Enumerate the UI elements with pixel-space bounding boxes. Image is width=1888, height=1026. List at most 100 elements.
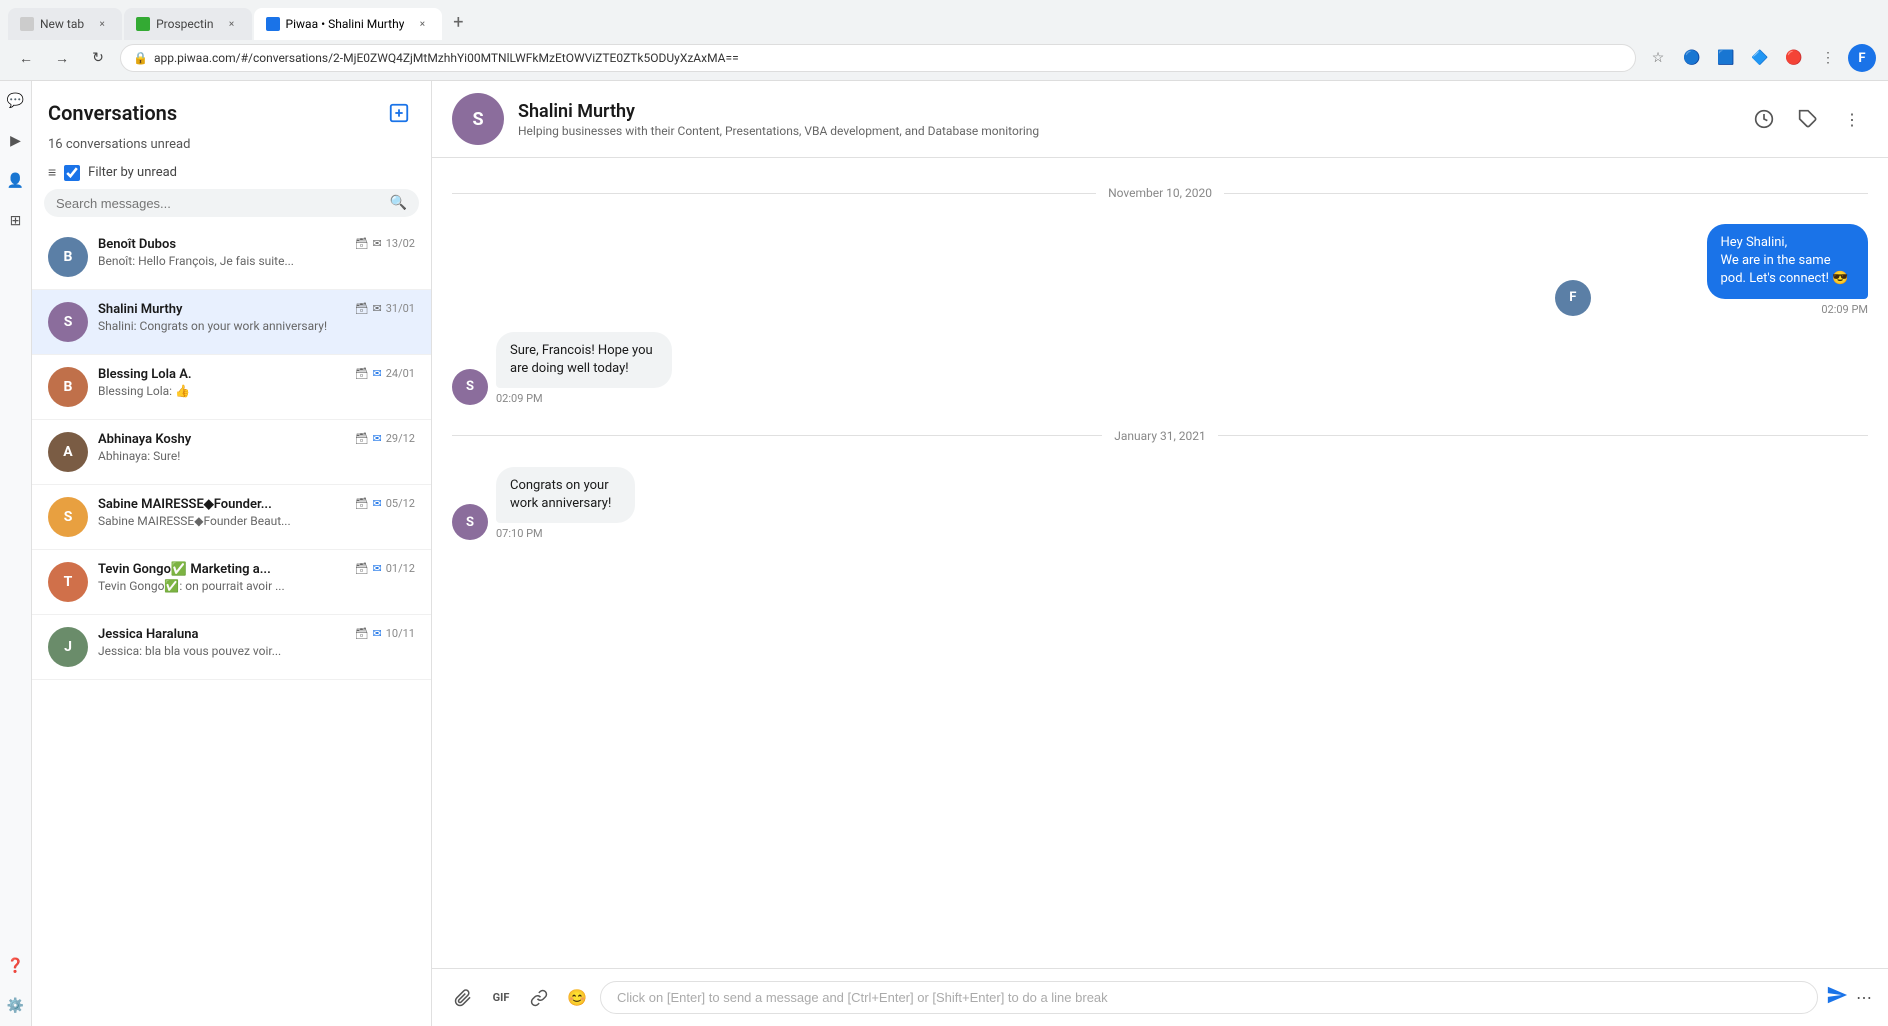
conv-preview-2: Blessing Lola: 👍 xyxy=(98,384,415,398)
conv-content-6: Jessica Haraluna 🗃 ✉ 10/11 Jessica: bla … xyxy=(98,627,415,658)
snooze-icon-1: 🗃 xyxy=(355,302,369,315)
mail-icon-5: ✉ xyxy=(373,562,382,575)
mail-icon-3: ✉ xyxy=(373,432,382,445)
conv-content-1: Shalini Murthy 🗃 ✉ 31/01 Shalini: Congra… xyxy=(98,302,415,333)
conv-preview-6: Jessica: bla bla vous pouvez voir... xyxy=(98,644,415,658)
conversation-item-2[interactable]: B Blessing Lola A. 🗃 ✉ 24/01 Blessing Lo… xyxy=(32,355,431,420)
mail-icon-6: ✉ xyxy=(373,627,382,640)
gif-button[interactable]: GIF xyxy=(486,983,516,1013)
message-col-in-1: Congrats on your work anniversary! 07:10… xyxy=(496,467,727,540)
sidebar-icon-grid[interactable]: ⊞ xyxy=(4,209,28,233)
search-icon: 🔍 xyxy=(390,195,407,211)
avatar-1: S xyxy=(48,302,88,342)
mail-icon-0: ✉ xyxy=(373,237,382,250)
sidebar-icon-play[interactable]: ▶ xyxy=(4,129,28,153)
search-bar: 🔍 xyxy=(44,189,419,217)
conv-preview-4: Sabine MAIRESSE◆Founder Beaut... xyxy=(98,514,415,528)
date-label-0: November 10, 2020 xyxy=(1108,186,1212,200)
avatar-4: S xyxy=(48,497,88,537)
tab-prospectin[interactable]: Prospectin × xyxy=(124,8,251,40)
link-button[interactable] xyxy=(524,983,554,1013)
conv-actions-1: 🗃 ✉ 31/01 xyxy=(355,302,415,315)
date-divider-0: November 10, 2020 xyxy=(452,186,1868,200)
tag-button[interactable] xyxy=(1792,103,1824,135)
ext-btn-4[interactable]: 🔴 xyxy=(1780,44,1808,72)
conv-actions-3: 🗃 ✉ 29/12 xyxy=(355,432,415,445)
tab-close-3[interactable]: × xyxy=(414,16,430,32)
tab-new-tab[interactable]: New tab × xyxy=(8,8,122,40)
conversation-item-3[interactable]: A Abhinaya Koshy 🗃 ✉ 29/12 Abhinaya: Sur… xyxy=(32,420,431,485)
address-bar[interactable]: 🔒 app.piwaa.com/#/conversations/2-MjE0ZW… xyxy=(120,44,1636,72)
reload-button[interactable]: ↻ xyxy=(84,44,112,72)
app-container: 💬 ▶ 👤 ⊞ ❓ ⚙️ Conversations 16 conversati… xyxy=(0,81,1888,1026)
chat-messages: November 10, 2020 Hey Shalini,We are in … xyxy=(432,158,1888,968)
more-options-button[interactable]: ⋮ xyxy=(1836,103,1868,135)
tab-favicon-3 xyxy=(266,17,280,31)
emoji-button[interactable]: 😊 xyxy=(562,983,592,1013)
history-button[interactable] xyxy=(1748,103,1780,135)
attach-file-button[interactable] xyxy=(448,983,478,1013)
snooze-icon-3: 🗃 xyxy=(355,432,369,445)
ext-btn-3[interactable]: 🔷 xyxy=(1746,44,1774,72)
filter-icon: ≡ xyxy=(48,164,56,181)
conv-date-4: 05/12 xyxy=(386,497,415,510)
more-btn[interactable]: ⋮ xyxy=(1814,44,1842,72)
ext-btn-2[interactable]: 🟦 xyxy=(1712,44,1740,72)
bookmark-btn[interactable]: ☆ xyxy=(1644,44,1672,72)
message-bubble-out-0: Hey Shalini,We are in the same pod. Let'… xyxy=(1707,224,1869,299)
ext-btn-1[interactable]: 🔵 xyxy=(1678,44,1706,72)
conv-name-2: Blessing Lola A. xyxy=(98,367,192,382)
profile-button[interactable]: F xyxy=(1848,44,1876,72)
tab-label-2: Prospectin xyxy=(156,17,213,31)
conv-date-3: 29/12 xyxy=(386,432,415,445)
conversation-item-5[interactable]: T Tevin Gongo✅ Marketing a... 🗃 ✉ 01/12 … xyxy=(32,550,431,615)
conv-preview-5: Tevin Gongo✅: on pourrait avoir ... xyxy=(98,579,415,593)
conv-actions-5: 🗃 ✉ 01/12 xyxy=(355,562,415,575)
message-time-in-0: 02:09 PM xyxy=(496,392,789,405)
conversation-item-1[interactable]: S Shalini Murthy 🗃 ✉ 31/01 Shalini: Cong… xyxy=(32,290,431,355)
conv-date-5: 01/12 xyxy=(386,562,415,575)
conversation-item-0[interactable]: B Benoît Dubos 🗃 ✉ 13/02 Benoît: Hello F… xyxy=(32,225,431,290)
conv-actions-2: 🗃 ✉ 24/01 xyxy=(355,367,415,380)
chat-contact-avatar: S xyxy=(452,93,504,145)
mail-icon-2: ✉ xyxy=(373,367,382,380)
tab-piwaa[interactable]: Piwaa • Shalini Murthy × xyxy=(254,8,443,40)
forward-button[interactable]: → xyxy=(48,44,76,72)
sidebar-icon-help[interactable]: ❓ xyxy=(4,954,28,978)
address-text: app.piwaa.com/#/conversations/2-MjE0ZWQ4… xyxy=(154,51,739,65)
chat-contact: S Shalini Murthy Helping businesses with… xyxy=(452,93,1039,145)
sidebar-icon-users[interactable]: 👤 xyxy=(4,169,28,193)
conversation-item-6[interactable]: J Jessica Haraluna 🗃 ✉ 10/11 Jessica: bl… xyxy=(32,615,431,680)
new-conversation-button[interactable] xyxy=(383,97,415,129)
tab-close-2[interactable]: × xyxy=(224,16,240,32)
address-bar-row: ← → ↻ 🔒 app.piwaa.com/#/conversations/2-… xyxy=(0,40,1888,80)
message-input[interactable] xyxy=(600,981,1818,1014)
conversation-item-4[interactable]: S Sabine MAIRESSE◆Founder... 🗃 ✉ 05/12 S… xyxy=(32,485,431,550)
message-bubble-in-0: Sure, Francois! Hope you are doing well … xyxy=(496,332,672,388)
input-more-button[interactable]: ⋯ xyxy=(1856,988,1872,1007)
sidebar-icon-messages[interactable]: 💬 xyxy=(4,89,28,113)
lock-icon: 🔒 xyxy=(133,51,148,65)
conv-top-1: Shalini Murthy 🗃 ✉ 31/01 xyxy=(98,302,415,317)
filter-label[interactable]: Filter by unread xyxy=(88,165,177,180)
filter-checkbox[interactable] xyxy=(64,165,80,181)
sidebar-icon-settings[interactable]: ⚙️ xyxy=(4,994,28,1018)
tab-favicon-2 xyxy=(136,17,150,31)
tab-close-1[interactable]: × xyxy=(94,16,110,32)
conv-date-6: 10/11 xyxy=(386,627,415,640)
chat-header: S Shalini Murthy Helping businesses with… xyxy=(432,81,1888,158)
message-bubble-in-1: Congrats on your work anniversary! xyxy=(496,467,635,523)
snooze-icon-0: 🗃 xyxy=(355,237,369,250)
new-tab-button[interactable]: + xyxy=(444,8,472,36)
search-input[interactable] xyxy=(56,196,390,211)
back-button[interactable]: ← xyxy=(12,44,40,72)
conv-date-2: 24/01 xyxy=(386,367,415,380)
date-divider-1: January 31, 2021 xyxy=(452,429,1868,443)
avatar-5: T xyxy=(48,562,88,602)
incoming-avatar-1: S xyxy=(452,504,488,540)
conv-content-0: Benoît Dubos 🗃 ✉ 13/02 Benoît: Hello Fra… xyxy=(98,237,415,268)
message-col-out-0: Hey Shalini,We are in the same pod. Let'… xyxy=(1599,224,1868,316)
conv-top-0: Benoît Dubos 🗃 ✉ 13/02 xyxy=(98,237,415,252)
conv-name-1: Shalini Murthy xyxy=(98,302,183,317)
send-button[interactable] xyxy=(1826,984,1848,1011)
